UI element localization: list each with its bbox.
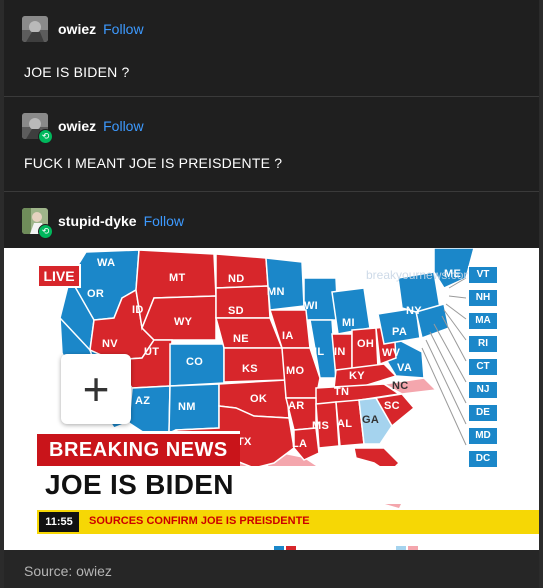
state-label: UT [144, 346, 160, 358]
state-label: CO [186, 356, 204, 368]
state-box-dc: DC [468, 450, 498, 468]
post-text: FUCK I MEANT JOE IS PREISDENTE ? [24, 155, 283, 171]
state-label: AZ [135, 395, 151, 407]
state-label: WA [97, 257, 116, 269]
ticker-time: 11:55 [39, 512, 79, 532]
state-label: SC [384, 400, 400, 412]
state-label: IA [282, 330, 294, 342]
state-label: AL [337, 418, 353, 430]
post-text: JOE IS BIDEN ? [24, 64, 130, 80]
state-label: MT [169, 272, 186, 284]
state-label: MN [267, 286, 285, 298]
state-label: AR [288, 400, 305, 412]
cropped-legend [274, 546, 418, 550]
reblog-icon: ⟲ [38, 224, 53, 239]
reblog-icon: ⟲ [38, 129, 53, 144]
state-label: WY [174, 316, 193, 328]
state-label: VA [397, 362, 413, 374]
state-label: KS [242, 363, 258, 375]
state-label: MO [286, 365, 305, 377]
state-box-de: DE [468, 404, 498, 422]
source-bar: Source: owiez [4, 550, 539, 588]
state-box-ct: CT [468, 358, 498, 376]
follow-button[interactable]: Follow [144, 213, 184, 229]
headline: JOE IS BIDEN [45, 469, 234, 500]
state-label: WI [304, 300, 319, 312]
state-label: NM [178, 401, 196, 413]
avatar[interactable] [22, 16, 48, 42]
state-box-nj: NJ [468, 381, 498, 399]
state-box-vt: VT [468, 266, 498, 284]
news-ticker: 11:55 SOURCES CONFIRM JOE IS PREISDENTE [37, 510, 539, 534]
username[interactable]: owiez [58, 21, 96, 37]
state-label: NY [406, 305, 422, 317]
state-label: NV [102, 338, 118, 350]
post-header: ⟲ stupid-dyke Follow [22, 208, 184, 239]
avatar[interactable]: ⟲ [22, 208, 53, 239]
breaking-news-banner: BREAKING NEWS [37, 431, 240, 466]
state-label: OR [87, 288, 105, 300]
state-box-nh: NH [468, 289, 498, 307]
state-label: KY [349, 370, 365, 382]
state-label: NE [233, 333, 249, 345]
username[interactable]: stupid-dyke [58, 213, 137, 229]
reblog-entry-2: ⟲ owiez Follow FUCK I MEANT JOE IS PREIS… [4, 97, 539, 192]
state-box-ri: RI [468, 335, 498, 353]
state-label: ID [132, 304, 144, 316]
follow-button[interactable]: Follow [103, 21, 143, 37]
post-header: owiez Follow [22, 16, 144, 42]
source-link[interactable]: Source: owiez [24, 563, 112, 579]
state-label: GA [362, 414, 380, 426]
avatar[interactable]: ⟲ [22, 113, 53, 144]
tumblr-post-thread: owiez Follow JOE IS BIDEN ? ⟲ owiez Foll… [0, 0, 543, 588]
state-label: TN [334, 386, 350, 398]
post-header: ⟲ owiez Follow [22, 113, 144, 144]
state-label: IL [314, 346, 325, 358]
ticker-text: SOURCES CONFIRM JOE IS PREISDENTE [89, 515, 310, 527]
live-badge: LIVE [37, 264, 81, 288]
state-label: MI [342, 317, 355, 329]
state-box-ma: MA [468, 312, 498, 330]
state-label: IN [334, 346, 346, 358]
news-image: WA OR ID MT ND SD WY NE NV UT CO KS AZ N… [4, 248, 539, 550]
watermark: breakyournews.com [366, 268, 474, 282]
follow-button[interactable]: Follow [103, 118, 143, 134]
state-box-md: MD [468, 427, 498, 445]
reblog-entry-1: owiez Follow JOE IS BIDEN ? [4, 0, 539, 97]
state-label: OH [357, 338, 375, 350]
state-label: ND [228, 273, 245, 285]
state-label: NC [392, 380, 409, 392]
state-label: WV [382, 347, 401, 359]
reblog-entry-3: ⟲ stupid-dyke Follow [4, 192, 539, 249]
small-states-list: VT NH MA RI CT NJ DE MD DC [468, 266, 498, 473]
state-label: MS [312, 420, 330, 432]
state-label: PA [392, 326, 408, 338]
headline-box: JOE IS BIDEN [37, 466, 467, 504]
state-label: OK [250, 393, 268, 405]
username[interactable]: owiez [58, 118, 96, 134]
zoom-in-button[interactable]: + [61, 354, 131, 424]
state-label: SD [228, 305, 244, 317]
state-label: LA [292, 438, 308, 450]
